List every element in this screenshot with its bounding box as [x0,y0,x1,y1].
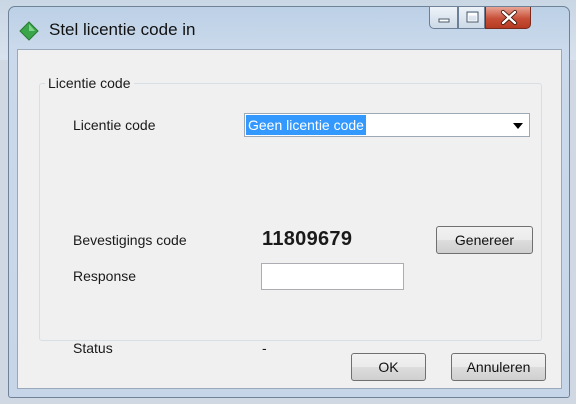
confirmation-code-label: Bevestigings code [73,232,187,248]
groupbox-legend: Licentie code [45,75,134,91]
close-icon [501,10,517,25]
ok-button[interactable]: OK [351,353,426,381]
dialog-body: Licentie code Licentie code Geen licenti… [17,49,562,389]
confirmation-code-value: 11809679 [262,228,353,250]
status-label: Status [73,340,113,356]
maximize-button[interactable] [458,7,485,29]
response-label: Response [73,268,137,284]
license-code-select[interactable]: Geen licentie code [244,113,530,137]
title-bar[interactable]: Stel licentie code in [9,7,569,49]
dropdown-arrow-icon[interactable] [513,123,523,129]
diamond-app-icon [19,21,39,41]
close-button[interactable] [485,7,531,29]
status-value: - [262,340,267,356]
dialog-window: Stel licentie code in Licentie code Lice… [8,6,570,398]
maximize-icon [466,11,479,23]
minimize-button[interactable] [429,7,458,29]
generate-button[interactable]: Genereer [436,226,533,254]
minimize-icon [438,18,450,23]
response-input[interactable] [261,263,404,290]
window-title: Stel licentie code in [49,20,196,39]
license-code-label: Licentie code [73,117,156,133]
license-code-selected-value: Geen licentie code [246,115,366,135]
cancel-button[interactable]: Annuleren [451,353,546,381]
